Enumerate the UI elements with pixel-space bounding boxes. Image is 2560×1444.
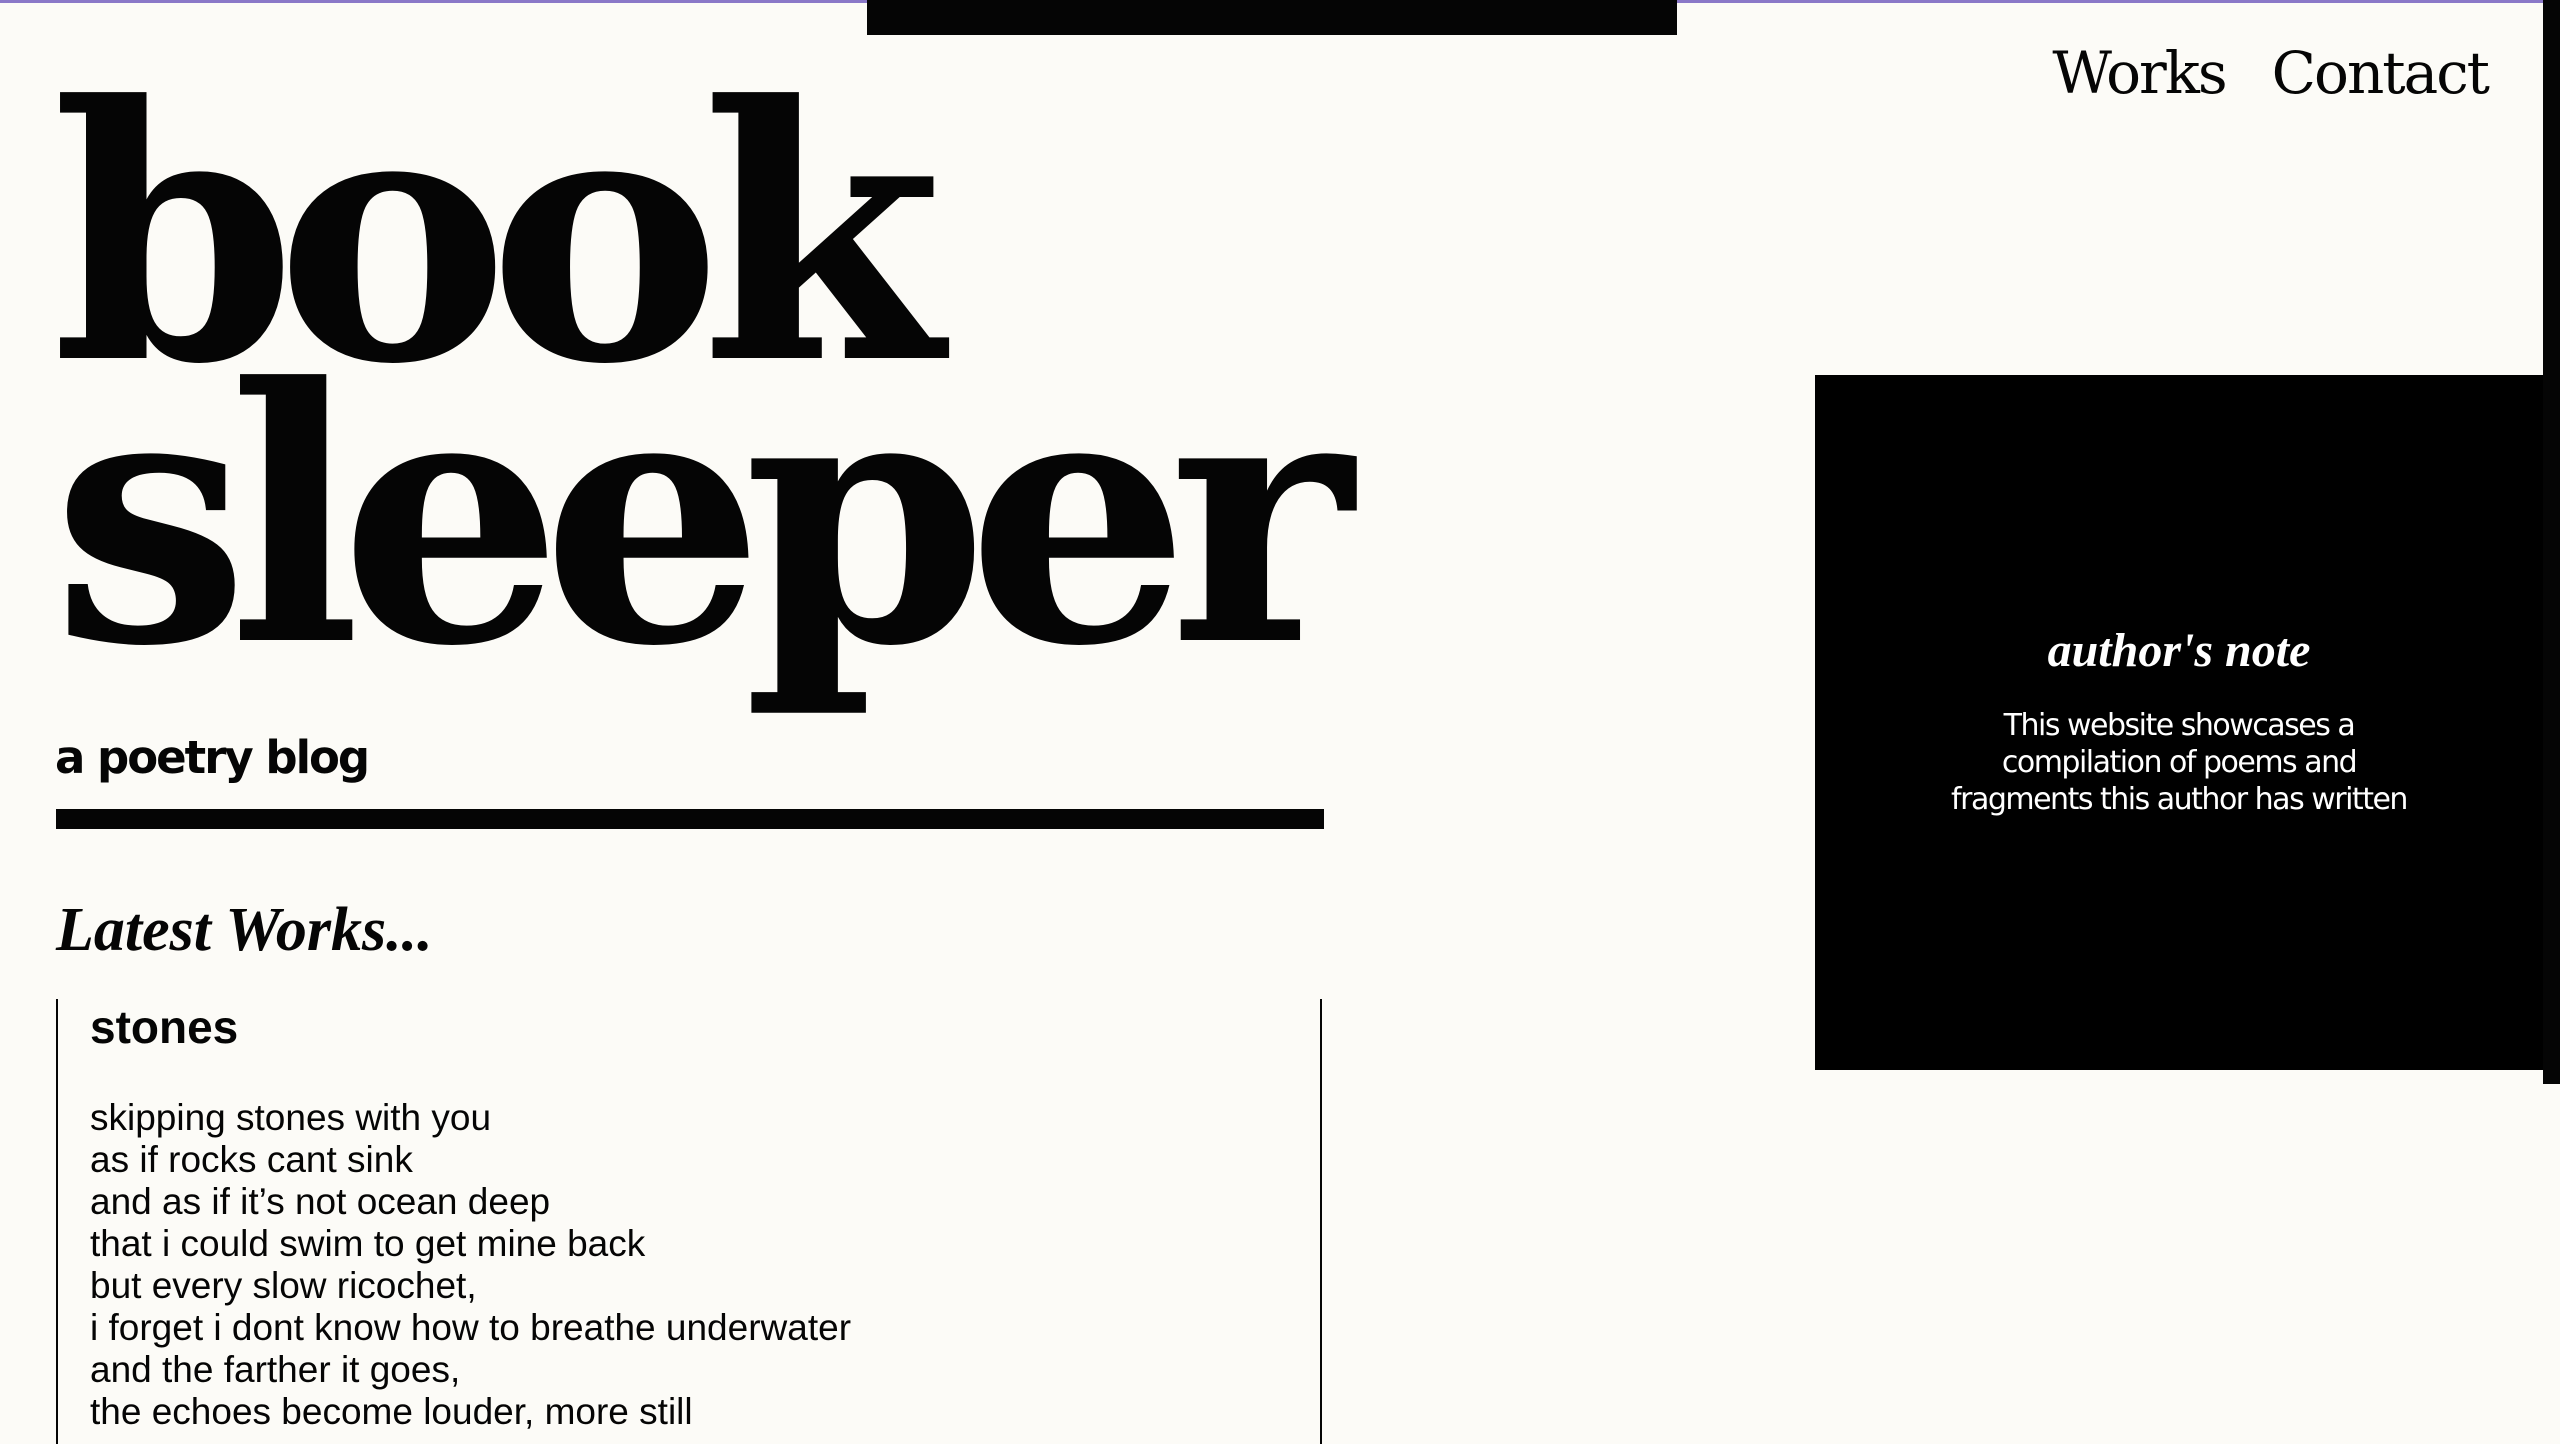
poem-line: but every slow ricochet, (90, 1265, 477, 1306)
poem-line: skipping stones with you (90, 1097, 492, 1138)
work-card: stones skipping stones with you as if ro… (56, 999, 1322, 1444)
poem-line: that i could swim to get mine back (90, 1223, 646, 1264)
author-note-body: This website showcases a compilation of … (1951, 708, 2408, 817)
site-title-line-2: sleeper (52, 311, 1353, 723)
author-note-panel: author's note This website showcases a c… (1815, 375, 2543, 1070)
latest-works-heading: Latest Works... (56, 896, 433, 964)
top-decorative-bar (867, 0, 1677, 35)
site-title: book sleeper (52, 60, 1353, 723)
poem-lines: skipping stones with you as if rocks can… (90, 1097, 851, 1433)
poem-line: and as if it’s not ocean deep (90, 1181, 551, 1222)
right-decorative-edge (2543, 0, 2560, 1084)
poem-line: and the farther it goes, (90, 1349, 461, 1390)
nav-works-link[interactable]: Works (2052, 36, 2227, 110)
site-subtitle: a poetry blog (55, 731, 370, 784)
nav-contact-link[interactable]: Contact (2272, 36, 2490, 110)
main-navigation: Works Contact (2052, 36, 2490, 110)
poem-line: the echoes become louder, more still (90, 1391, 693, 1432)
poem-line: i forget i dont know how to breathe unde… (90, 1307, 852, 1348)
work-title: stones (90, 1001, 239, 1053)
author-note-title: author's note (2047, 624, 2311, 677)
title-divider (56, 809, 1324, 829)
poem-line: as if rocks cant sink (90, 1139, 413, 1180)
